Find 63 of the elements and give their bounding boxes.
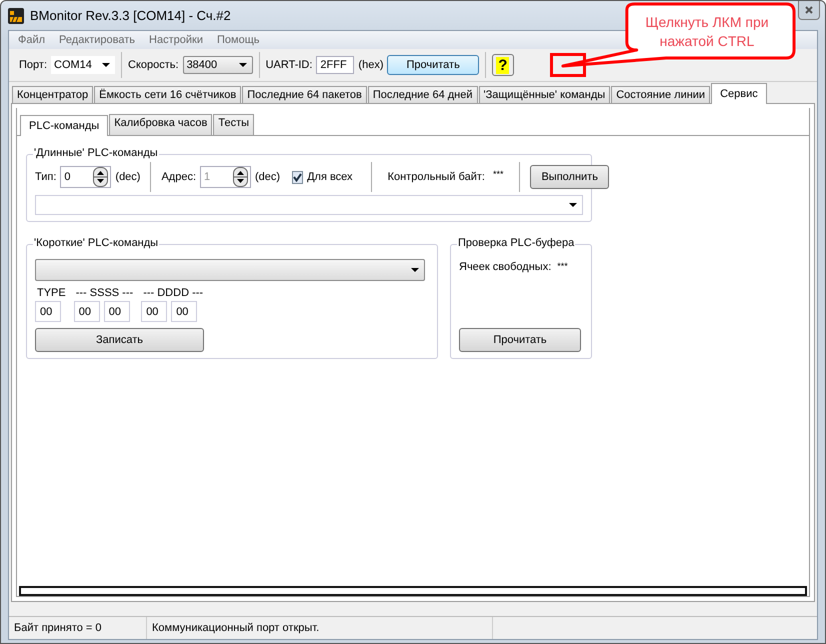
main-tab[interactable]: 'Защищённые' команды — [478, 86, 610, 103]
sub-tab[interactable]: Калибровка часов — [109, 114, 212, 135]
checkmark-icon — [293, 172, 302, 182]
sub-tab[interactable]: PLC-команды — [20, 115, 108, 136]
sub-tab[interactable]: Тесты — [213, 114, 254, 135]
dropdown-arrow-icon — [411, 268, 419, 272]
execute-button[interactable]: Выполнить — [530, 165, 609, 189]
help-button[interactable]: ? — [492, 54, 514, 76]
window-title: BMonitor Rev.3.3 [COM14] - Сч.#2 — [30, 8, 231, 23]
menu-item[interactable]: Помощь — [210, 34, 266, 46]
read-button[interactable]: Прочитать — [459, 328, 581, 352]
unit-label: (dec) — [255, 171, 280, 183]
free-cells-label: Ячеек свободных: — [459, 261, 552, 273]
address-label: Адрес: — [161, 171, 196, 183]
speed-dropdown[interactable]: 38400 — [182, 56, 253, 74]
group-title: 'Длинные' PLC-команды — [33, 147, 159, 159]
dropdown-arrow-icon — [102, 63, 110, 67]
spinner-icon[interactable] — [93, 167, 108, 187]
free-cells-value: *** — [557, 261, 568, 273]
byte-field[interactable]: 00 — [141, 301, 168, 322]
command-dropdown[interactable] — [35, 259, 425, 281]
uart-id-label: UART-ID: — [266, 59, 312, 71]
port-label: Порт: — [19, 59, 47, 71]
main-tab[interactable]: Сервис — [711, 83, 767, 104]
app-logo-icon — [8, 8, 24, 24]
byte-field[interactable]: 00 — [104, 301, 130, 322]
write-button[interactable]: Записать — [35, 328, 204, 352]
main-tab[interactable]: Последние 64 пакетов — [242, 86, 367, 103]
main-tab[interactable]: Концентратор — [12, 86, 94, 103]
uart-id-field[interactable]: 2FFF — [316, 56, 354, 74]
close-icon — [805, 6, 813, 14]
for-all-label: Для всех — [307, 171, 353, 183]
byte-label: --- DDDD --- — [142, 287, 204, 299]
unit-label: (hex) — [358, 59, 384, 71]
main-tab[interactable]: Ёмкость сети 16 счётчиков — [94, 86, 242, 103]
main-tab[interactable]: Последние 64 дней — [368, 86, 478, 103]
status-text: Коммуникационный порт открыт. — [147, 617, 493, 639]
port-dropdown[interactable]: COM14 — [51, 56, 115, 74]
status-text: Байт принято = 0 — [9, 617, 147, 639]
byte-field[interactable]: 00 — [171, 301, 198, 322]
read-button[interactable]: Прочитать — [387, 55, 479, 75]
group-title: 'Короткие' PLC-команды — [33, 237, 160, 249]
callout-text: Щелкнуть ЛКМ при нажатой CTRL — [644, 13, 770, 51]
main-tab[interactable]: Состояние линии — [611, 86, 710, 103]
type-label: Тип: — [35, 171, 56, 183]
menu-item[interactable]: Редактировать — [52, 34, 142, 46]
speed-label: Скорость: — [128, 59, 179, 71]
type-spinner[interactable]: 0 — [60, 166, 112, 188]
dropdown-arrow-icon — [238, 63, 247, 67]
unit-label: (dec) — [115, 171, 140, 183]
menu-item[interactable]: Настройки — [142, 34, 210, 46]
byte-label: --- SSSS --- — [74, 287, 134, 299]
scrollbar[interactable] — [19, 586, 807, 596]
for-all-checkbox[interactable] — [292, 170, 304, 184]
checksum-value: *** — [492, 169, 504, 179]
byte-field[interactable]: 00 — [74, 301, 100, 322]
close-button[interactable] — [798, 1, 820, 20]
group-title: Проверка PLC-буфера — [457, 237, 576, 249]
byte-field[interactable]: 00 — [35, 301, 61, 322]
checksum-label: Контрольный байт: — [388, 171, 485, 183]
byte-label: TYPE — [36, 287, 66, 299]
dropdown-arrow-icon — [569, 203, 577, 207]
menu-item[interactable]: Файл — [11, 34, 52, 46]
